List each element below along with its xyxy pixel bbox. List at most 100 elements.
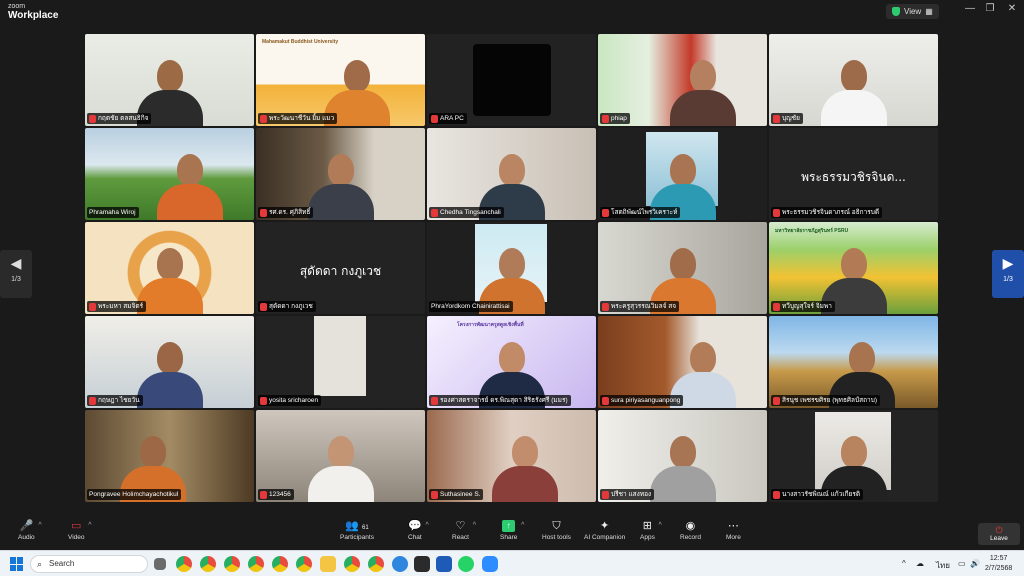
next-page-button[interactable]: ▶ 1/3 bbox=[992, 250, 1024, 298]
terminal-icon[interactable] bbox=[414, 556, 430, 572]
participant-tile[interactable]: พระมหา สมจิตร์ bbox=[85, 222, 254, 314]
system-clock[interactable]: 12:57 2/7/2568 bbox=[985, 554, 1012, 574]
participant-tile[interactable]: yosita sricharoen bbox=[256, 316, 425, 408]
participant-name: รศ.ดร. ศุภิสิทธิ์ bbox=[258, 207, 314, 218]
participant-name: ทวีบูญสุใจร์ จิมพา bbox=[771, 301, 835, 312]
participant-tile[interactable]: พระธรรมวชิรจินด... พระธรรมวชิรจินดาภรณ์ … bbox=[769, 128, 938, 220]
task-view-icon[interactable] bbox=[154, 558, 166, 570]
participant-tile[interactable]: สุดัดดา กงภูเวช สุดัดดา กงภูเวช bbox=[256, 222, 425, 314]
zoom-app-icon[interactable] bbox=[482, 556, 498, 572]
cloud-icon[interactable]: ☁ bbox=[916, 559, 924, 568]
chrome-icon[interactable] bbox=[296, 556, 312, 572]
participant-tile[interactable]: phiap bbox=[598, 34, 767, 126]
participant-tile[interactable]: โครงการพัฒนาครูสตูลเชิงพื้นที่ รองศาสตรา… bbox=[427, 316, 596, 408]
participant-tile[interactable]: Pongravee Holimchayachotikul bbox=[85, 410, 254, 502]
chevron-left-icon: ◀ bbox=[10, 255, 22, 271]
chrome-icon[interactable] bbox=[344, 556, 360, 572]
mic-muted-icon bbox=[773, 114, 780, 123]
mic-muted-icon bbox=[431, 490, 438, 499]
heart-icon: ♡ bbox=[455, 520, 466, 532]
prev-page-indicator: 1/3 bbox=[11, 276, 21, 283]
participant-tile[interactable]: นางสาวรัชพิณณ์ แก้วเกียรติ bbox=[769, 410, 938, 502]
participant-tile[interactable]: มหาวิทยาลัยราชภัฏสุรินทร์ PSRU ทวีบูญสุใ… bbox=[769, 222, 938, 314]
camera-off-placeholder bbox=[473, 44, 551, 116]
prev-page-button[interactable]: ◀ 1/3 bbox=[0, 250, 32, 298]
windows-start-icon[interactable] bbox=[10, 557, 24, 571]
security-shield-icon bbox=[892, 7, 900, 16]
participant-tile[interactable]: Phramaha Wiroj bbox=[85, 128, 254, 220]
participant-tile[interactable]: sura piriyasanguanpong bbox=[598, 316, 767, 408]
taskbar-search[interactable]: ⌕ Search bbox=[30, 555, 148, 573]
mic-muted-icon bbox=[431, 396, 438, 405]
volume-icon[interactable]: 🔊 bbox=[970, 559, 980, 568]
file-explorer-icon[interactable] bbox=[320, 556, 336, 572]
language-indicator[interactable]: ไทย bbox=[936, 559, 950, 572]
chrome-icon[interactable] bbox=[224, 556, 240, 572]
chat-button[interactable]: 💬 Chat ^ bbox=[408, 520, 429, 541]
participant-name: Phramaha Wiroj bbox=[87, 207, 139, 218]
line-app-icon[interactable] bbox=[458, 556, 474, 572]
mic-muted-icon bbox=[602, 114, 609, 123]
participant-tile[interactable]: ARA PC bbox=[427, 34, 596, 126]
chrome-icon[interactable] bbox=[248, 556, 264, 572]
project-banner: โครงการพัฒนาครูสตูลเชิงพื้นที่ bbox=[457, 322, 524, 328]
maximize-icon[interactable]: ❐ bbox=[982, 3, 998, 14]
participant-tile[interactable]: กฤษฎา ไชยวัน bbox=[85, 316, 254, 408]
participant-name: Suthasinee S. bbox=[429, 489, 484, 500]
ai-companion-button[interactable]: ✦ AI Companion bbox=[584, 520, 625, 541]
participant-tile[interactable]: พระครูสุวรรณวิมลจ์ สจ bbox=[598, 222, 767, 314]
participant-tile[interactable]: 123456 bbox=[256, 410, 425, 502]
host-tools-button[interactable]: ⛉ Host tools bbox=[542, 520, 571, 541]
next-page-indicator: 1/3 bbox=[1003, 276, 1013, 283]
participants-button[interactable]: 👥 61 Participants bbox=[340, 520, 374, 541]
mic-muted-icon bbox=[260, 302, 267, 311]
mic-muted-icon bbox=[602, 490, 609, 499]
word-icon[interactable] bbox=[436, 556, 452, 572]
participants-icon: 👥 61 bbox=[345, 520, 369, 532]
more-button[interactable]: ⋯ More bbox=[726, 520, 741, 541]
chrome-icon[interactable] bbox=[368, 556, 384, 572]
network-icon[interactable]: ▭ bbox=[958, 559, 966, 568]
university-banner: Mahamakut Buddhist University bbox=[262, 39, 339, 45]
shield-icon: ⛉ bbox=[552, 520, 561, 532]
apps-grid-icon: ⊞ bbox=[642, 520, 653, 532]
mic-muted-icon bbox=[602, 396, 609, 405]
participant-grid: กฤตชัย ตลสนธิกิจ Mahamakut Buddhist Univ… bbox=[85, 34, 939, 514]
chrome-icon[interactable] bbox=[272, 556, 288, 572]
chevron-right-icon: ▶ bbox=[1002, 255, 1014, 271]
participant-tile[interactable]: บุญชัย bbox=[769, 34, 938, 126]
mic-muted-icon bbox=[89, 302, 96, 311]
participant-tile[interactable]: สิรนุช เพชรขศิรย (พุทธศิลป์สถาบ) bbox=[769, 316, 938, 408]
mic-muted-icon bbox=[260, 114, 267, 123]
chrome-icon[interactable] bbox=[200, 556, 216, 572]
close-icon[interactable]: ✕ bbox=[1004, 3, 1020, 14]
participant-tile[interactable]: กฤตชัย ตลสนธิกิจ bbox=[85, 34, 254, 126]
mic-muted-icon bbox=[773, 208, 780, 217]
participant-tile[interactable]: โสตถิพัฒน์ไพรวิเคราะห์ bbox=[598, 128, 767, 220]
leave-button[interactable]: ⏻ Leave bbox=[978, 523, 1020, 545]
participant-name: นางสาวรัชพิณณ์ แก้วเกียรติ bbox=[771, 489, 864, 500]
mic-muted-icon bbox=[431, 208, 438, 217]
share-button[interactable]: ↑ Share ^ bbox=[500, 520, 524, 541]
participant-tile[interactable]: Mahamakut Buddhist University พระวัฒนาชี… bbox=[256, 34, 425, 126]
participant-name: พระวัฒนาชีวัน ยิ้ม แมว bbox=[258, 113, 338, 124]
microphone-muted-icon: 🎤 bbox=[19, 520, 34, 532]
chrome-icon[interactable] bbox=[176, 556, 192, 572]
apps-button[interactable]: ⊞ Apps ^ bbox=[640, 520, 662, 541]
participant-name: บุญชัย bbox=[771, 113, 803, 124]
view-button[interactable]: View ▦ bbox=[886, 4, 939, 19]
edge-icon[interactable] bbox=[392, 556, 408, 572]
participant-tile[interactable]: รศ.ดร. ศุภิสิทธิ์ bbox=[256, 128, 425, 220]
audio-button[interactable]: 🎤 Audio ^ bbox=[18, 520, 42, 541]
participant-tile[interactable]: PhraYordkom Chainirattisai bbox=[427, 222, 596, 314]
video-button[interactable]: ▭ Video ^ bbox=[68, 520, 92, 541]
record-button[interactable]: ◉ Record bbox=[680, 520, 701, 541]
minimize-icon[interactable]: — bbox=[962, 3, 978, 14]
tray-overflow-icon[interactable]: ^ bbox=[902, 559, 906, 568]
meeting-toolbar: 🎤 Audio ^ ▭ Video ^ 👥 61 Participants 💬 Ch… bbox=[0, 514, 1024, 550]
participant-tile[interactable]: Suthasinee S. bbox=[427, 410, 596, 502]
camera-off-icon: ▭ bbox=[71, 520, 82, 532]
participant-tile[interactable]: Chedha Tingsanchali bbox=[427, 128, 596, 220]
react-button[interactable]: ♡ React ^ bbox=[452, 520, 476, 541]
participant-tile[interactable]: ปรีชา แสงทอง bbox=[598, 410, 767, 502]
